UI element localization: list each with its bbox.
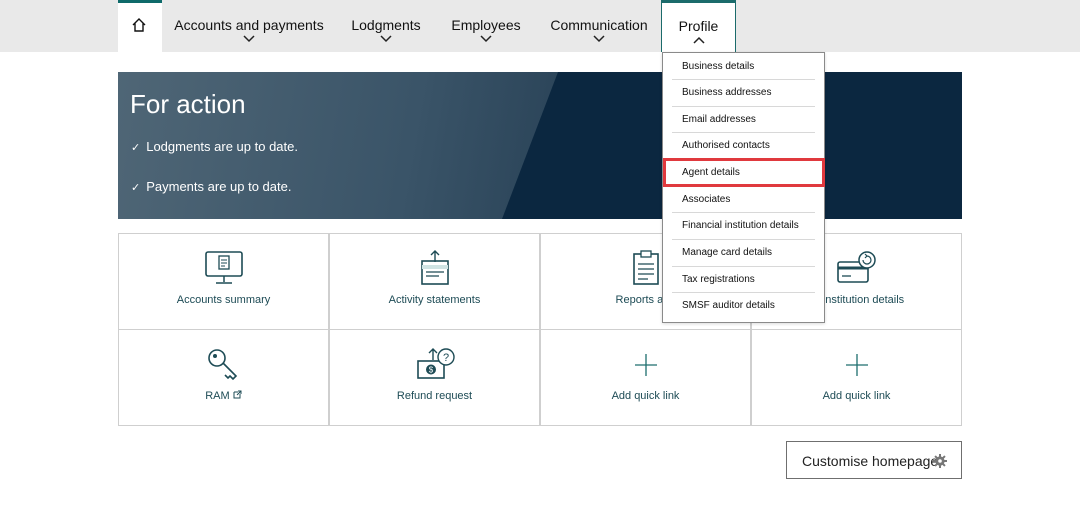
chevron-down-icon	[380, 35, 392, 43]
external-link-icon	[233, 390, 242, 399]
top-navigation	[0, 0, 1080, 52]
tile-label: Accounts summary	[176, 294, 271, 306]
tile-ram[interactable]: RAM	[118, 329, 329, 426]
menu-item-smsf-auditor-details[interactable]: SMSF auditor details	[663, 293, 824, 319]
chevron-down-icon	[243, 35, 255, 43]
monitor-document-icon	[204, 251, 243, 284]
nav-label: Employees	[451, 17, 521, 33]
for-action-banner: For action ✓ Lodgments are up to date. ✓ P…	[118, 72, 962, 219]
menu-item-business-addresses[interactable]: Business addresses	[663, 80, 824, 106]
chevron-down-icon	[480, 35, 492, 43]
menu-item-business-details[interactable]: Business details	[663, 54, 824, 80]
key-icon	[207, 349, 237, 381]
nav-label: Profile	[678, 18, 719, 34]
tile-add-quick-link[interactable]: Add quick link	[751, 329, 962, 426]
menu-item-associates[interactable]: Associates	[663, 187, 824, 213]
menu-item-financial-institution-details[interactable]: Financial institution details	[663, 213, 824, 239]
nav-accounts-and-payments[interactable]: Accounts and payments	[170, 0, 328, 52]
nav-label: Lodgments	[351, 17, 421, 33]
tile-accounts-summary[interactable]: Accounts summary	[118, 233, 329, 330]
nav-label: Accounts and payments	[174, 17, 324, 33]
tile-label: Activity statements	[388, 294, 481, 306]
svg-text:?: ?	[442, 352, 448, 364]
menu-item-authorised-contacts[interactable]: Authorised contacts	[663, 133, 824, 159]
tile-label: Refund request	[396, 390, 473, 402]
svg-text:$: $	[428, 366, 433, 375]
clipboard-icon	[632, 250, 659, 285]
gear-icon	[933, 454, 947, 468]
banner-title: For action	[130, 89, 246, 119]
tile-label: Add quick link	[822, 390, 891, 402]
customise-homepage-button[interactable]: Customise homepage	[786, 441, 962, 479]
quick-links-grid: Accounts summary Activity statements Rep…	[118, 233, 962, 426]
menu-item-agent-details[interactable]: Agent details	[663, 160, 824, 186]
nav-employees[interactable]: Employees	[445, 0, 527, 52]
nav-lodgments[interactable]: Lodgments	[343, 0, 429, 52]
tile-label: Add quick link	[611, 390, 680, 402]
card-refresh-icon	[836, 251, 876, 283]
profile-dropdown-menu: Business details Business addresses Emai…	[662, 52, 825, 323]
home-tab[interactable]	[118, 0, 162, 52]
nav-profile[interactable]: Profile	[661, 0, 736, 52]
plus-icon	[845, 354, 868, 376]
nav-label: Communication	[550, 17, 648, 33]
money-question-icon: $ ?	[416, 348, 455, 379]
banner-status-line: ✓ Payments are up to date.	[131, 179, 292, 194]
customise-label: Customise homepage	[802, 453, 939, 469]
tile-activity-statements[interactable]: Activity statements	[329, 233, 540, 330]
check-icon: ✓	[131, 142, 141, 154]
chevron-up-icon	[692, 36, 705, 44]
tile-label: RAM	[119, 390, 328, 402]
chevron-down-icon	[593, 35, 605, 43]
check-icon: ✓	[131, 182, 141, 194]
banner-status-line: ✓ Lodgments are up to date.	[131, 139, 298, 154]
upload-statement-icon	[420, 250, 449, 285]
menu-item-manage-card-details[interactable]: Manage card details	[663, 240, 824, 266]
home-icon	[132, 18, 146, 32]
menu-item-tax-registrations[interactable]: Tax registrations	[663, 267, 824, 293]
tile-add-quick-link[interactable]: Add quick link	[540, 329, 751, 426]
menu-item-email-addresses[interactable]: Email addresses	[663, 107, 824, 133]
plus-icon	[634, 354, 657, 376]
nav-communication[interactable]: Communication	[545, 0, 653, 52]
tile-refund-request[interactable]: $ ? Refund request	[329, 329, 540, 426]
